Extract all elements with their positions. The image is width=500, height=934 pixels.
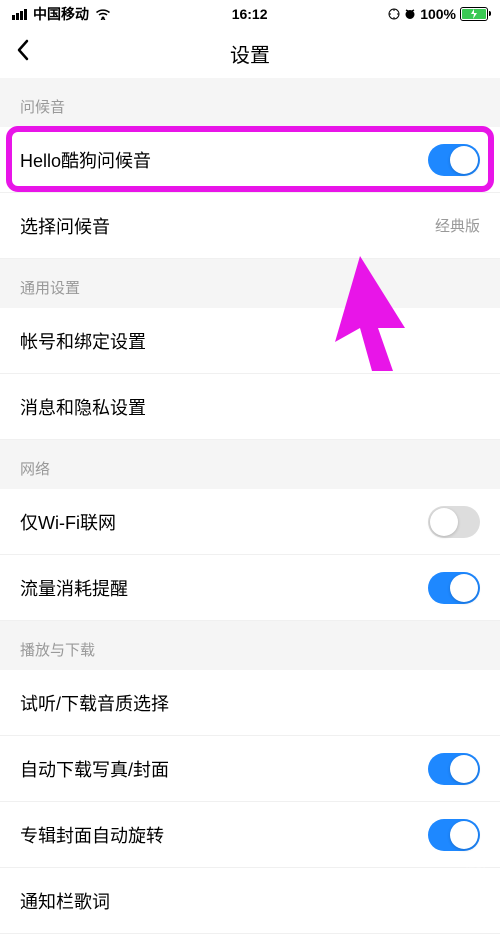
- row-quality[interactable]: 试听/下载音质选择: [0, 670, 500, 736]
- battery-icon: [460, 7, 488, 21]
- status-bar: 中国移动 16:12 100%: [0, 0, 500, 28]
- toggle-wifi-only[interactable]: [428, 506, 480, 538]
- row-label: 仅Wi-Fi联网: [20, 509, 116, 535]
- page-title: 设置: [230, 39, 270, 68]
- row-label: 自动下载写真/封面: [20, 756, 169, 782]
- section-header-general: 通用设置: [0, 259, 500, 308]
- header: 设置: [0, 28, 500, 78]
- row-select-greeting[interactable]: 选择问候音 经典版: [0, 193, 500, 259]
- toggle-data-alert[interactable]: [428, 572, 480, 604]
- time-label: 16:12: [232, 6, 268, 22]
- row-privacy-settings[interactable]: 消息和隐私设置: [0, 374, 500, 440]
- row-label: 通知栏歌词: [20, 888, 110, 914]
- row-data-alert[interactable]: 流量消耗提醒: [0, 555, 500, 621]
- toggle-auto-download[interactable]: [428, 753, 480, 785]
- row-label: 选择问候音: [20, 213, 110, 239]
- row-cover-rotate[interactable]: 专辑封面自动旋转: [0, 802, 500, 868]
- row-label: 试听/下载音质选择: [20, 690, 169, 716]
- section-header-network: 网络: [0, 440, 500, 489]
- row-label: Hello酷狗问候音: [20, 147, 151, 173]
- section-header-playback: 播放与下载: [0, 621, 500, 670]
- signal-icon: [12, 9, 27, 20]
- battery-pct: 100%: [420, 6, 456, 22]
- back-button[interactable]: [15, 38, 31, 69]
- row-account-settings[interactable]: 帐号和绑定设置: [0, 308, 500, 374]
- row-label: 消息和隐私设置: [20, 394, 146, 420]
- status-right: 100%: [388, 6, 488, 22]
- status-left: 中国移动: [12, 4, 111, 24]
- alarm-icon: [404, 8, 416, 20]
- toggle-greeting[interactable]: [428, 144, 480, 176]
- section-header-greeting: 问候音: [0, 78, 500, 127]
- row-label: 帐号和绑定设置: [20, 328, 146, 354]
- annotation-cursor: [330, 256, 420, 376]
- row-value: 经典版: [435, 215, 480, 236]
- carrier-label: 中国移动: [33, 4, 89, 24]
- row-notification-lyrics[interactable]: 通知栏歌词: [0, 868, 500, 934]
- row-label: 流量消耗提醒: [20, 575, 128, 601]
- row-hello-greeting[interactable]: Hello酷狗问候音: [0, 127, 500, 193]
- location-icon: [388, 8, 400, 20]
- row-wifi-only[interactable]: 仅Wi-Fi联网: [0, 489, 500, 555]
- toggle-cover-rotate[interactable]: [428, 819, 480, 851]
- wifi-icon: [95, 8, 111, 20]
- row-auto-download[interactable]: 自动下载写真/封面: [0, 736, 500, 802]
- row-label: 专辑封面自动旋转: [20, 822, 164, 848]
- watermark: Baidu经验: [433, 864, 488, 881]
